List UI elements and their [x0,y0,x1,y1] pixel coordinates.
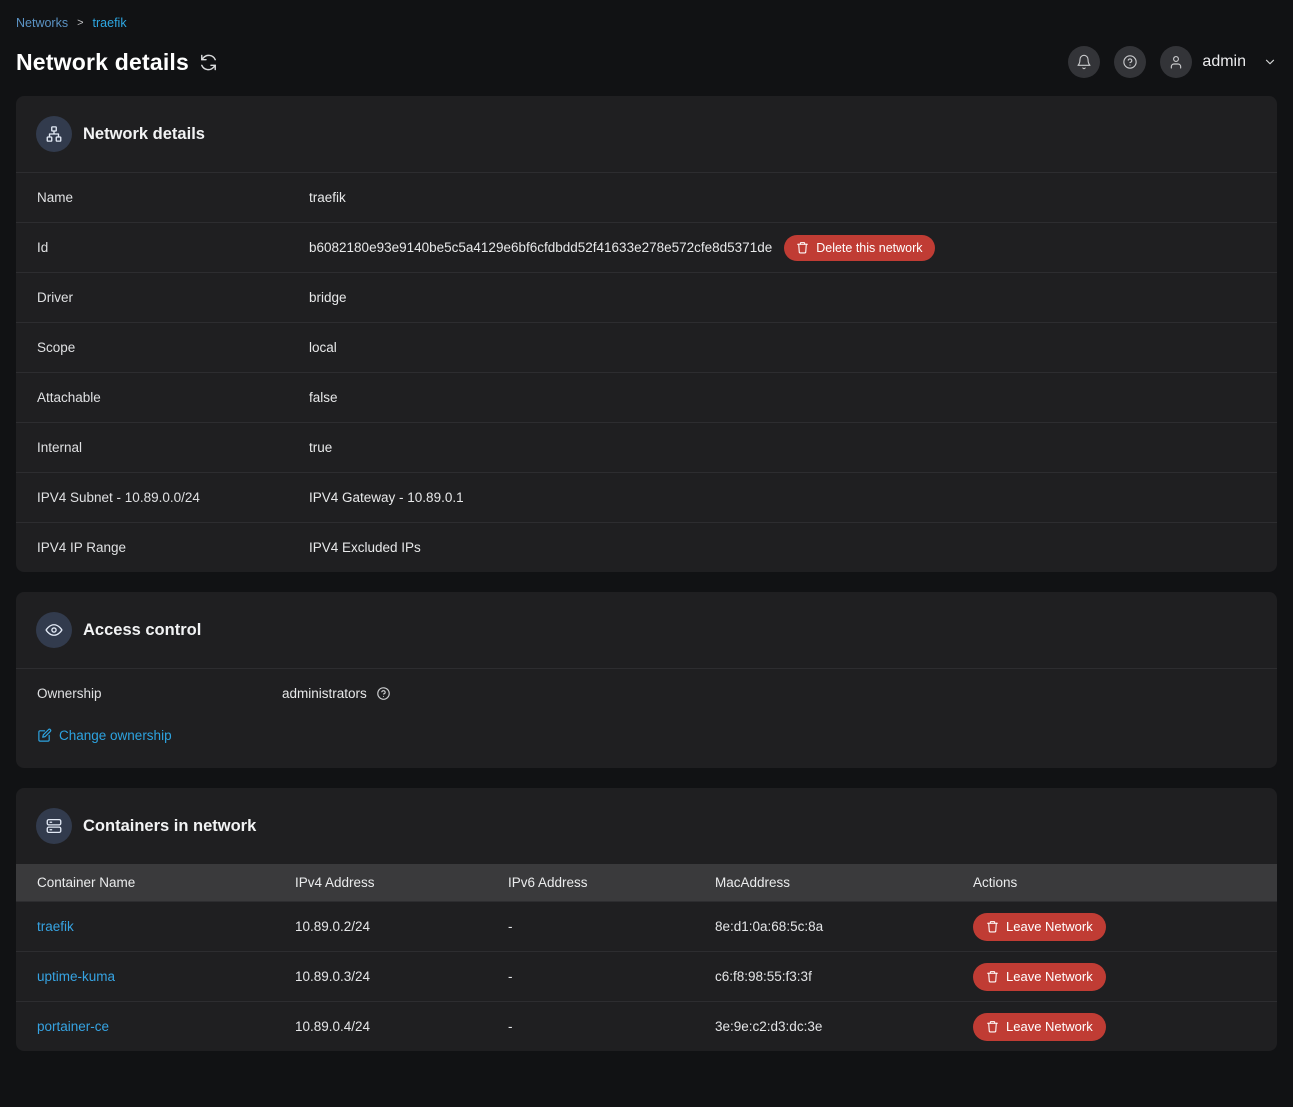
ipv6-cell: - [508,919,513,934]
ipv4-cell: 10.89.0.2/24 [295,919,371,934]
network-id: b6082180e93e9140be5c5a4129e6bf6cfdbdd52f… [309,240,773,255]
ipv6-cell: - [508,1019,513,1034]
containers-header: Containers in network [16,788,1277,864]
row-value: false [309,390,338,405]
delete-network-button[interactable]: Delete this network [784,234,935,261]
row-value: administrators [282,686,1241,701]
row-value: IPV4 Gateway - 10.89.0.1 [309,490,464,505]
card-title-network-details: Network details [83,124,205,143]
col-container-name: Container Name [37,875,136,890]
col-actions: Actions [973,875,1018,890]
container-name-link[interactable]: traefik [37,919,74,934]
detail-row-ipv4-range: IPV4 IP Range IPV4 Excluded IPs [16,522,1277,572]
refresh-icon [201,54,216,70]
col-ipv6: IPv6 Address [508,875,588,890]
breadcrumb: Networks > traefik [16,16,1277,30]
breadcrumb-link-networks[interactable]: Networks [16,16,68,30]
user-menu[interactable]: admin [1160,46,1277,78]
row-label: Ownership [37,686,102,701]
row-value: true [309,440,333,455]
mac-cell: c6:f8:98:55:f3:3f [715,969,812,984]
containers-table-header: Container Name IPv4 Address IPv6 Address… [16,864,1277,901]
row-value: b6082180e93e9140be5c5a4129e6bf6cfdbdd52f… [309,234,1241,261]
row-label: Id [37,240,49,255]
container-name-link[interactable]: uptime-kuma [37,969,115,984]
chevron-down-icon [1265,59,1275,65]
trash-icon [987,971,998,983]
edit-icon [38,728,52,742]
detail-row-scope: Scope local [16,322,1277,372]
row-label: Driver [37,290,73,305]
detail-row-name: Name traefik [16,172,1277,222]
detail-row-internal: Internal true [16,422,1277,472]
mac-cell: 3e:9e:c2:d3:dc:3e [715,1019,823,1034]
eye-icon [36,612,72,648]
breadcrumb-separator: > [77,17,84,29]
leave-network-button[interactable]: Leave Network [973,962,1106,991]
detail-row-attachable: Attachable false [16,372,1277,422]
user-icon [1171,56,1182,69]
ownership-help-icon[interactable] [376,686,391,701]
network-details-card: Network details Name traefik Id b6082180… [16,96,1277,572]
table-row: uptime-kuma 10.89.0.3/24 - c6:f8:98:55:f… [16,951,1277,1001]
detail-row-id: Id b6082180e93e9140be5c5a4129e6bf6cfdbdd… [16,222,1277,272]
change-ownership-link[interactable]: Change ownership [37,728,172,743]
row-label: Name [37,190,74,205]
change-ownership-row: Change ownership [16,718,1277,768]
row-label: IPV4 IP Range [37,540,127,555]
ipv6-cell: - [508,969,513,984]
containers-card: Containers in network Container Name IPv… [16,788,1277,1051]
col-ipv4: IPv4 Address [295,875,375,890]
username: admin [1202,53,1246,70]
detail-row-ownership: Ownership administrators [16,668,1277,718]
refresh-button[interactable] [200,54,217,71]
mac-cell: 8e:d1:0a:68:5c:8a [715,919,824,934]
leave-network-button[interactable]: Leave Network [973,1012,1106,1041]
detail-row-ipv4-subnet: IPV4 Subnet - 10.89.0.0/24 IPV4 Gateway … [16,472,1277,522]
header-row: Network details admin [16,46,1277,78]
card-title-access-control: Access control [83,620,202,639]
ipv4-cell: 10.89.0.4/24 [295,1019,371,1034]
help-button[interactable] [1114,46,1147,78]
access-control-header: Access control [16,592,1277,668]
leave-network-button[interactable]: Leave Network [973,912,1106,941]
col-mac: MacAddress [715,875,791,890]
container-name-link[interactable]: portainer-ce [37,1019,109,1034]
question-icon [1123,55,1138,69]
row-value: bridge [309,290,347,305]
avatar [1160,46,1193,78]
row-value: IPV4 Excluded IPs [309,540,421,555]
card-title-containers: Containers in network [83,816,257,835]
notifications-button[interactable] [1068,46,1101,78]
row-value: traefik [309,190,346,205]
trash-icon [797,242,809,254]
ownership-value: administrators [282,686,367,701]
page-title: Network details [16,48,189,75]
page: Networks > traefik Network details admin… [0,0,1293,1107]
row-label: Attachable [37,390,101,405]
ipv4-cell: 10.89.0.3/24 [295,969,371,984]
containers-icon [36,808,72,844]
access-control-card: Access control Ownership administrators … [16,592,1277,768]
trash-icon [987,1021,998,1033]
table-row: traefik 10.89.0.2/24 - 8e:d1:0a:68:5c:8a… [16,901,1277,951]
breadcrumb-link-traefik[interactable]: traefik [93,16,127,30]
network-icon [36,116,72,152]
row-label: Scope [37,340,76,355]
network-details-header: Network details [16,96,1277,172]
row-label: IPV4 Subnet - 10.89.0.0/24 [37,490,200,505]
detail-row-driver: Driver bridge [16,272,1277,322]
row-label: Internal [37,440,83,455]
title-wrap: Network details [16,49,217,76]
trash-icon [987,921,998,933]
topbar-right: admin [1068,46,1277,78]
bell-icon [1077,54,1091,70]
row-value: local [309,340,337,355]
table-row: portainer-ce 10.89.0.4/24 - 3e:9e:c2:d3:… [16,1001,1277,1051]
